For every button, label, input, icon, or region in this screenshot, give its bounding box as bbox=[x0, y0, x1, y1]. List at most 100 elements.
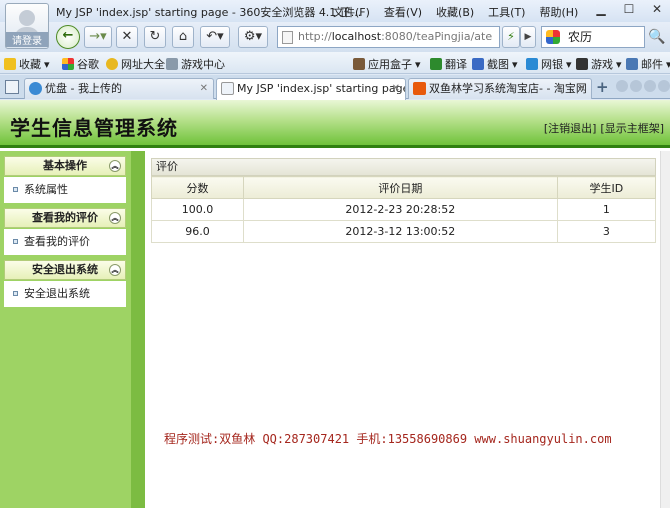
user-icon bbox=[19, 10, 35, 26]
tab-scroll-controls bbox=[616, 80, 670, 92]
scrollbar[interactable] bbox=[660, 151, 670, 508]
cell-score: 100.0 bbox=[151, 198, 244, 221]
sidebar-section-my-ratings[interactable]: 查看我的评价 ︽ bbox=[4, 208, 126, 228]
web-directory-icon bbox=[106, 58, 118, 70]
column-header-score: 分数 bbox=[151, 176, 244, 199]
bullet-icon bbox=[13, 187, 18, 192]
tab-scroll-right-icon[interactable] bbox=[630, 80, 642, 92]
search-input[interactable]: 农历 bbox=[541, 26, 645, 48]
app-header: 学生信息管理系统 [注销退出] [显示主框架] bbox=[0, 100, 670, 148]
search-value: 农历 bbox=[568, 30, 593, 44]
favorite-item-app-box[interactable]: 应用盒子 ▾ bbox=[353, 56, 421, 72]
translate-icon bbox=[430, 58, 442, 70]
address-bar[interactable]: http://localhost:8080/teaPingjia/ate bbox=[277, 26, 500, 48]
browser-title-bar: My JSP 'index.jsp' starting page - 360安全… bbox=[0, 0, 670, 22]
tab-menu-icon[interactable] bbox=[658, 80, 670, 92]
tab-bar: 优盘 - 我上传的 ✕ My JSP 'index.jsp' starting … bbox=[0, 75, 670, 100]
gamepad-icon bbox=[166, 58, 178, 70]
tab-list-icon[interactable] bbox=[644, 80, 656, 92]
show-main-frame-link[interactable]: [显示主框架] bbox=[600, 120, 664, 136]
google-icon bbox=[62, 58, 74, 70]
favorite-item-directory[interactable]: 网址大全 bbox=[106, 56, 165, 72]
go-button[interactable]: ▶ bbox=[520, 26, 536, 48]
cell-date: 2012-2-23 20:28:52 bbox=[242, 198, 558, 221]
maximize-icon[interactable]: ☐ bbox=[620, 2, 638, 16]
close-tab-icon[interactable]: ✕ bbox=[392, 79, 400, 98]
page-icon bbox=[282, 31, 293, 44]
login-avatar[interactable]: 请登录 bbox=[5, 3, 49, 49]
close-icon[interactable]: ✕ bbox=[648, 2, 666, 16]
undo-close-button[interactable]: ↶▾ bbox=[200, 26, 230, 48]
new-tab-icon[interactable]: + bbox=[596, 78, 609, 96]
menu-bar: 文件(F) 查看(V) 收藏(B) 工具(T) 帮助(H) bbox=[333, 4, 578, 20]
tab-taobao[interactable]: 双鱼林学习系统淘宝店- - 淘宝网 ✕ bbox=[408, 78, 592, 99]
favorite-item-collect[interactable]: 收藏 ▾ bbox=[4, 56, 50, 72]
favorite-item-game[interactable]: 游戏 ▾ bbox=[576, 56, 622, 72]
cell-date: 2012-3-12 13:00:52 bbox=[242, 220, 558, 243]
game-icon bbox=[576, 58, 588, 70]
bullet-icon bbox=[13, 291, 18, 296]
menu-help[interactable]: 帮助(H) bbox=[539, 4, 578, 20]
favorite-item-bank[interactable]: 网银 ▾ bbox=[526, 56, 572, 72]
column-header-date: 评价日期 bbox=[242, 176, 558, 199]
sidebar-item-safe-exit[interactable]: 安全退出系统 bbox=[4, 281, 126, 307]
search-engine-icon[interactable] bbox=[546, 30, 560, 44]
menu-view[interactable]: 查看(V) bbox=[384, 4, 422, 20]
url-path: :8080/teaPingjia/ate bbox=[381, 30, 493, 43]
header-links: [注销退出] [显示主框架] bbox=[544, 120, 664, 136]
back-button[interactable]: ← bbox=[56, 25, 80, 49]
close-tab-icon[interactable]: ✕ bbox=[200, 79, 208, 98]
bullet-icon bbox=[13, 239, 18, 244]
menu-favorites[interactable]: 收藏(B) bbox=[436, 4, 474, 20]
main-panel: 评价 分数 评价日期 学生ID 100.0 2012-2-23 20:28:52… bbox=[151, 158, 657, 243]
home-button[interactable]: ⌂ bbox=[172, 26, 194, 48]
collapse-icon[interactable]: ︽ bbox=[109, 160, 121, 172]
footer-credit: 程序测试:双鱼林 QQ:287307421 手机:13558690869 www… bbox=[164, 432, 612, 446]
page-title: 学生信息管理系统 bbox=[10, 116, 178, 140]
logout-link[interactable]: [注销退出] bbox=[544, 120, 597, 136]
tab-youpan[interactable]: 优盘 - 我上传的 ✕ bbox=[24, 78, 214, 99]
favorites-bar: 收藏 ▾ 谷歌 网址大全 游戏中心 应用盒子 ▾ 翻译 截图 ▾ 网银 ▾ 游戏… bbox=[0, 52, 670, 74]
sidebar-item-view-ratings[interactable]: 查看我的评价 bbox=[4, 229, 126, 255]
forward-button[interactable]: →▾ bbox=[84, 26, 112, 48]
menu-file[interactable]: 文件(F) bbox=[333, 4, 370, 20]
window-title: My JSP 'index.jsp' starting page - 360安全… bbox=[56, 6, 362, 19]
close-tab-icon[interactable]: ✕ bbox=[578, 79, 586, 98]
taobao-icon bbox=[413, 82, 426, 95]
page-content: 学生信息管理系统 [注销退出] [显示主框架] 基本操作 ︽ 系统属性 查看我的… bbox=[0, 100, 670, 508]
refresh-button[interactable]: ↻ bbox=[144, 26, 166, 48]
tab-scroll-left-icon[interactable] bbox=[616, 80, 628, 92]
collapse-icon[interactable]: ︽ bbox=[109, 264, 121, 276]
tools-button[interactable]: ⚙▾ bbox=[238, 26, 268, 48]
search-icon[interactable]: 🔍 bbox=[648, 29, 665, 45]
favorite-item-game-center[interactable]: 游戏中心 bbox=[166, 56, 225, 72]
cell-score: 96.0 bbox=[151, 220, 244, 243]
sidebar-section-basic[interactable]: 基本操作 ︽ bbox=[4, 156, 126, 176]
app-box-icon bbox=[353, 58, 365, 70]
collapse-icon[interactable]: ︽ bbox=[109, 212, 121, 224]
mail-icon bbox=[626, 58, 638, 70]
tab-index-jsp[interactable]: My JSP 'index.jsp' starting page ✕ bbox=[216, 78, 406, 100]
minimize-icon[interactable]: ▁ bbox=[592, 2, 610, 16]
panel-title: 评价 bbox=[151, 158, 656, 176]
sidebar-toggle-icon[interactable] bbox=[5, 80, 19, 94]
sidebar-section-exit[interactable]: 安全退出系统 ︽ bbox=[4, 260, 126, 280]
stop-button[interactable]: ✕ bbox=[116, 26, 138, 48]
favorite-item-google[interactable]: 谷歌 bbox=[62, 56, 99, 72]
sidebar: 基本操作 ︽ 系统属性 查看我的评价 ︽ 查看我的评价 安全退出系统 ︽ 安全退… bbox=[0, 151, 145, 508]
cell-student-id: 1 bbox=[556, 198, 657, 221]
favorite-item-mail[interactable]: 邮件 ▾ bbox=[626, 56, 670, 72]
table-row: 96.0 2012-3-12 13:00:52 3 bbox=[151, 220, 657, 243]
favorite-item-translate[interactable]: 翻译 bbox=[430, 56, 467, 72]
table-header-row: 分数 评价日期 学生ID bbox=[151, 176, 657, 199]
page-icon bbox=[221, 82, 234, 95]
navigation-toolbar: ← →▾ ✕ ↻ ⌂ ↶▾ ⚙▾ http://localhost:8080/t… bbox=[0, 22, 670, 52]
url-scheme: http:// bbox=[298, 30, 332, 43]
speed-mode-icon[interactable]: ⚡ bbox=[502, 26, 520, 48]
menu-tools[interactable]: 工具(T) bbox=[488, 4, 525, 20]
tab-label: 优盘 - 我上传的 bbox=[45, 82, 122, 95]
favorite-item-screenshot[interactable]: 截图 ▾ bbox=[472, 56, 518, 72]
window-controls: ▁ ☐ ✕ bbox=[592, 2, 666, 16]
login-label: 请登录 bbox=[6, 32, 48, 47]
sidebar-item-system-properties[interactable]: 系统属性 bbox=[4, 177, 126, 203]
